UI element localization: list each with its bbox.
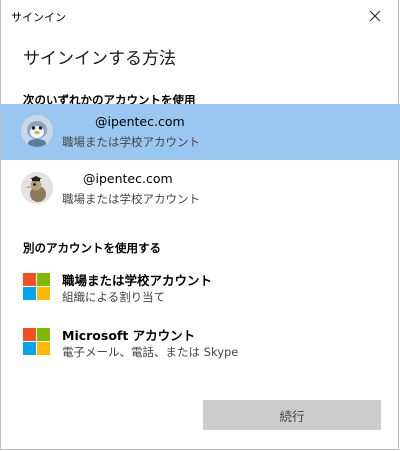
microsoft-logo-icon: [23, 273, 50, 300]
account-item-1[interactable]: @ipentec.com 職場または学校アカウント: [1, 104, 400, 160]
penguin-avatar-icon: [21, 115, 53, 147]
close-button[interactable]: [352, 0, 398, 32]
account-email: @ipentec.com: [95, 114, 185, 129]
option-subtitle: 組織による割り当て: [62, 290, 166, 304]
account-type: 職場または学校アカウント: [62, 192, 200, 206]
option-title: 職場または学校アカウント: [62, 273, 213, 288]
option-work-school-account[interactable]: 職場または学校アカウント 組織による割り当て: [1, 269, 400, 313]
sign-in-dialog: サインイン サインインする方法 次のいずれかのアカウントを使用 @ipentec…: [0, 0, 400, 450]
page-title: サインインする方法: [23, 49, 176, 69]
close-icon: [369, 10, 381, 22]
section-other-account: 別のアカウントを使用する: [23, 241, 161, 255]
account-type: 職場または学校アカウント: [62, 135, 200, 149]
window-title: サインイン: [11, 11, 66, 24]
microsoft-logo-icon: [23, 328, 50, 355]
continue-button[interactable]: 続行: [203, 400, 381, 430]
account-email: @ipentec.com: [83, 171, 173, 186]
option-microsoft-account[interactable]: Microsoft アカウント 電子メール、電話、または Skype: [1, 324, 400, 368]
title-bar: サインイン: [1, 0, 398, 32]
bird-avatar-icon: [21, 172, 53, 204]
account-item-2[interactable]: @ipentec.com 職場または学校アカウント: [1, 161, 400, 217]
option-subtitle: 電子メール、電話、または Skype: [62, 345, 239, 359]
option-title: Microsoft アカウント: [62, 328, 196, 343]
